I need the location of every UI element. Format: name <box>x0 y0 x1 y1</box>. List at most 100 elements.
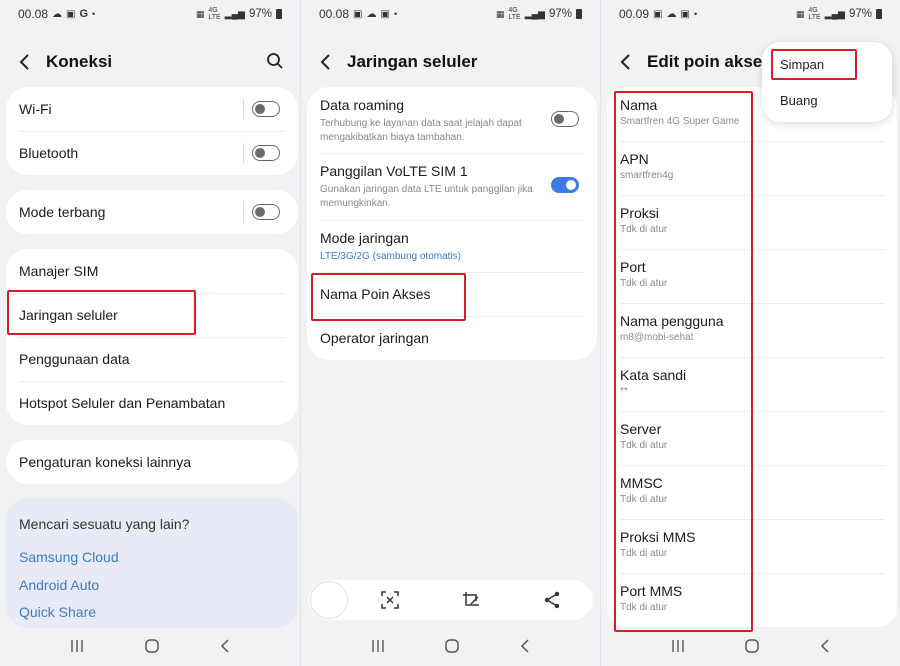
status-time: 00.09 <box>619 7 650 21</box>
volte-row[interactable]: Panggilan VoLTE SIM 1 Gunakan jaringan d… <box>307 153 597 220</box>
sim-manager-row[interactable]: Manajer SIM <box>6 249 298 293</box>
apn-field-password[interactable]: Kata sandi ** <box>607 357 897 411</box>
status-bar: 00.08 ▣ ☁ ▣ • ▦ 4G LTE ▂▄▆ 97% <box>301 0 600 28</box>
apn-field-proxy[interactable]: Proksi Tdk di atur <box>607 195 897 249</box>
field-label: Nama pengguna <box>620 313 724 329</box>
wifi-toggle[interactable] <box>252 101 280 117</box>
suggestions-question: Mencari sesuatu yang lain? <box>19 516 190 532</box>
volte-desc: Gunakan jaringan data LTE untuk panggila… <box>320 184 533 209</box>
apn-field-mms-port[interactable]: Port MMS Tdk di atur <box>607 573 897 627</box>
status-bar: 00.09 ▣ ☁ ▣ • ▦ 4G LTE ▂▄▆ 97% <box>601 0 900 28</box>
field-value: Tdk di atur <box>620 602 668 613</box>
card-wireless: Wi-Fi Bluetooth <box>6 87 298 175</box>
hotspot-label: Hotspot Seluler dan Penambatan <box>19 395 226 411</box>
data-roaming-toggle[interactable] <box>551 111 579 127</box>
cloud-icon: ☁ <box>366 8 377 20</box>
shopping-bag-icon: ▣ <box>380 8 390 20</box>
mobile-network-row[interactable]: Jaringan seluler <box>6 293 298 337</box>
apn-field-mmsc[interactable]: MMSC Tdk di atur <box>607 465 897 519</box>
airplane-mode-toggle[interactable] <box>252 204 280 220</box>
divider <box>243 143 244 163</box>
divider <box>243 202 244 222</box>
app-header: Koneksi <box>0 44 300 80</box>
data-roaming-label: Data roaming <box>320 97 405 113</box>
wifi-row[interactable]: Wi-Fi <box>6 87 298 131</box>
field-value: m8@mobi-sehat <box>620 332 694 343</box>
crop-edit-icon[interactable] <box>462 591 480 609</box>
hotspot-row[interactable]: Hotspot Seluler dan Penambatan <box>6 381 298 425</box>
recents-icon[interactable] <box>371 640 385 652</box>
airplane-mode-label: Mode terbang <box>19 204 106 220</box>
card-network: Manajer SIM Jaringan seluler Penggunaan … <box>6 249 298 425</box>
nav-bar <box>0 626 300 666</box>
home-icon[interactable] <box>745 639 760 653</box>
back-button[interactable] <box>315 51 337 73</box>
bluetooth-toggle[interactable] <box>252 145 280 161</box>
search-icon <box>267 53 283 69</box>
signal-icon: ▂▄▆ <box>524 8 545 19</box>
access-point-names-row[interactable]: Nama Poin Akses <box>307 272 597 316</box>
field-value: smartfren4g <box>620 170 674 181</box>
screen-koneksi: 00.08 ☁ ▣ G • ▦ 4G LTE ▂▄▆ 97% Koneksi W… <box>0 0 300 666</box>
status-bar: 00.08 ☁ ▣ G • ▦ 4G LTE ▂▄▆ 97% <box>0 0 300 28</box>
status-time: 00.08 <box>18 7 49 21</box>
apn-field-port[interactable]: Port Tdk di atur <box>607 249 897 303</box>
search-button[interactable] <box>266 52 284 75</box>
page-title: Koneksi <box>46 52 113 71</box>
field-value: Tdk di atur <box>620 224 668 235</box>
share-icon[interactable] <box>543 591 561 609</box>
apn-field-mms-proxy[interactable]: Proksi MMS Tdk di atur <box>607 519 897 573</box>
apn-field-username[interactable]: Nama pengguna m8@mobi-sehat <box>607 303 897 357</box>
field-label: Port <box>620 259 646 275</box>
network-type-icon: 4G LTE <box>208 7 221 21</box>
data-roaming-row[interactable]: Data roaming Terhubung ke layanan data s… <box>307 87 597 153</box>
more-connection-settings-row[interactable]: Pengaturan koneksi lainnya <box>6 440 298 484</box>
discard-menu-item[interactable]: Buang <box>780 93 818 108</box>
screen-jaringan-seluler: 00.08 ▣ ☁ ▣ • ▦ 4G LTE ▂▄▆ 97% Jaringan s… <box>300 0 600 666</box>
chevron-left-icon <box>620 54 630 70</box>
samsung-cloud-link[interactable]: Samsung Cloud <box>19 544 285 572</box>
network-operator-row[interactable]: Operator jaringan <box>307 316 597 360</box>
cloud-icon: ☁ <box>666 8 677 20</box>
data-roaming-desc: Terhubung ke layanan data saat jelajah d… <box>320 118 522 143</box>
screenshot-thumbnail[interactable] <box>310 581 348 619</box>
card-more: Pengaturan koneksi lainnya <box>6 440 298 484</box>
recents-icon[interactable] <box>70 640 84 652</box>
scan-text-icon[interactable] <box>380 591 399 609</box>
back-nav-icon[interactable] <box>220 639 230 653</box>
nav-bar <box>301 626 600 666</box>
airplane-mode-row[interactable]: Mode terbang <box>6 190 298 234</box>
data-usage-label: Penggunaan data <box>19 351 130 367</box>
back-button[interactable] <box>14 51 36 73</box>
sim-manager-label: Manajer SIM <box>19 263 99 279</box>
home-icon[interactable] <box>445 639 460 653</box>
chevron-left-icon <box>320 54 330 70</box>
bluetooth-label: Bluetooth <box>19 145 79 161</box>
field-label: Port MMS <box>620 583 683 599</box>
more-connection-settings-label: Pengaturan koneksi lainnya <box>19 454 192 470</box>
field-label: MMSC <box>620 475 663 491</box>
mobile-network-label: Jaringan seluler <box>19 307 118 323</box>
cloud-icon: ☁ <box>52 8 63 20</box>
quick-share-link[interactable]: Quick Share <box>19 599 285 627</box>
android-auto-link[interactable]: Android Auto <box>19 572 285 600</box>
wifi-label: Wi-Fi <box>19 101 52 117</box>
field-label: Kata sandi <box>620 367 687 383</box>
vibrate-icon: ▦ <box>195 8 205 19</box>
volte-toggle[interactable] <box>551 177 579 193</box>
network-mode-row[interactable]: Mode jaringan LTE/3G/2G (sambung otomati… <box>307 220 597 272</box>
apn-field-server[interactable]: Server Tdk di atur <box>607 411 897 465</box>
recents-icon[interactable] <box>671 640 685 652</box>
bluetooth-row[interactable]: Bluetooth <box>6 131 298 175</box>
page-title: Jaringan seluler <box>347 52 478 71</box>
shopping-bag-icon: ▣ <box>680 8 690 20</box>
apn-field-apn[interactable]: APN smartfren4g <box>607 141 897 195</box>
back-button[interactable] <box>615 51 637 73</box>
save-menu-item[interactable]: Simpan <box>780 57 824 72</box>
back-nav-icon[interactable] <box>520 639 530 653</box>
home-icon[interactable] <box>145 639 159 653</box>
back-nav-icon[interactable] <box>820 639 830 653</box>
data-usage-row[interactable]: Penggunaan data <box>6 337 298 381</box>
dot-icon: • <box>393 9 398 19</box>
suggestions-card: Mencari sesuatu yang lain? Samsung Cloud… <box>6 498 298 628</box>
